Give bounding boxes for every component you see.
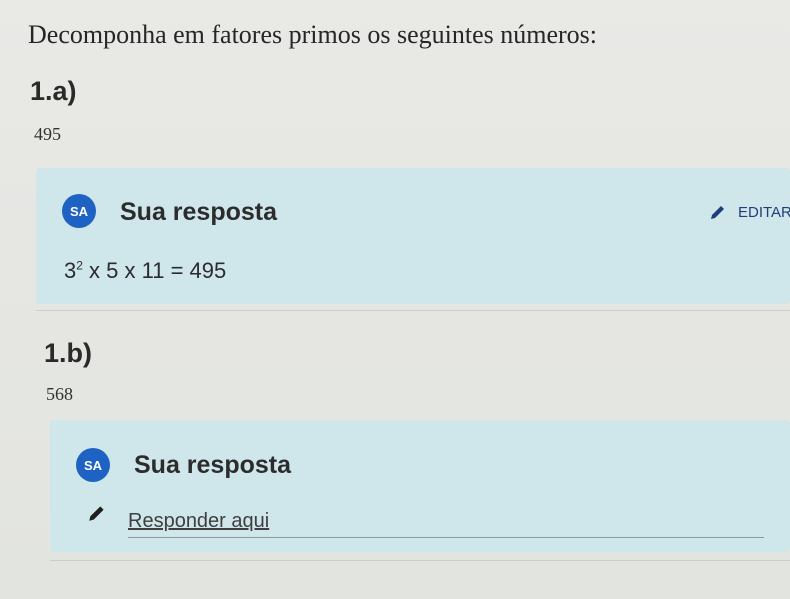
question-b-number: 568 <box>46 384 73 404</box>
answer-card-title: Sua resposta <box>134 451 292 479</box>
avatar: SA <box>62 194 96 228</box>
submitted-answer: 32 x 5 x 11 = 495 <box>64 258 226 284</box>
answer-rest: x 5 x 11 = 495 <box>82 258 227 283</box>
divider <box>50 560 790 561</box>
edit-button[interactable]: EDITAR <box>708 202 790 222</box>
answer-card-a: SA Sua resposta EDITAR 32 x 5 x 11 = 495 <box>36 168 790 304</box>
reply-input[interactable] <box>128 510 764 538</box>
edit-label: EDITAR <box>738 203 790 221</box>
question-a-label: 1.a) <box>30 76 77 106</box>
answer-exponent: 2 <box>76 258 83 273</box>
assignment-instruction: Decomponha em fatores primos os seguinte… <box>28 20 597 49</box>
answer-base: 3 <box>64 258 77 283</box>
pencil-icon <box>86 502 108 529</box>
question-b-label: 1.b) <box>44 338 93 368</box>
answer-card-title: Sua resposta <box>120 198 278 226</box>
avatar: SA <box>76 448 110 482</box>
question-a-number: 495 <box>34 124 61 144</box>
pencil-icon <box>708 202 728 222</box>
divider <box>36 310 790 311</box>
answer-card-b: SA Sua resposta <box>50 420 790 552</box>
